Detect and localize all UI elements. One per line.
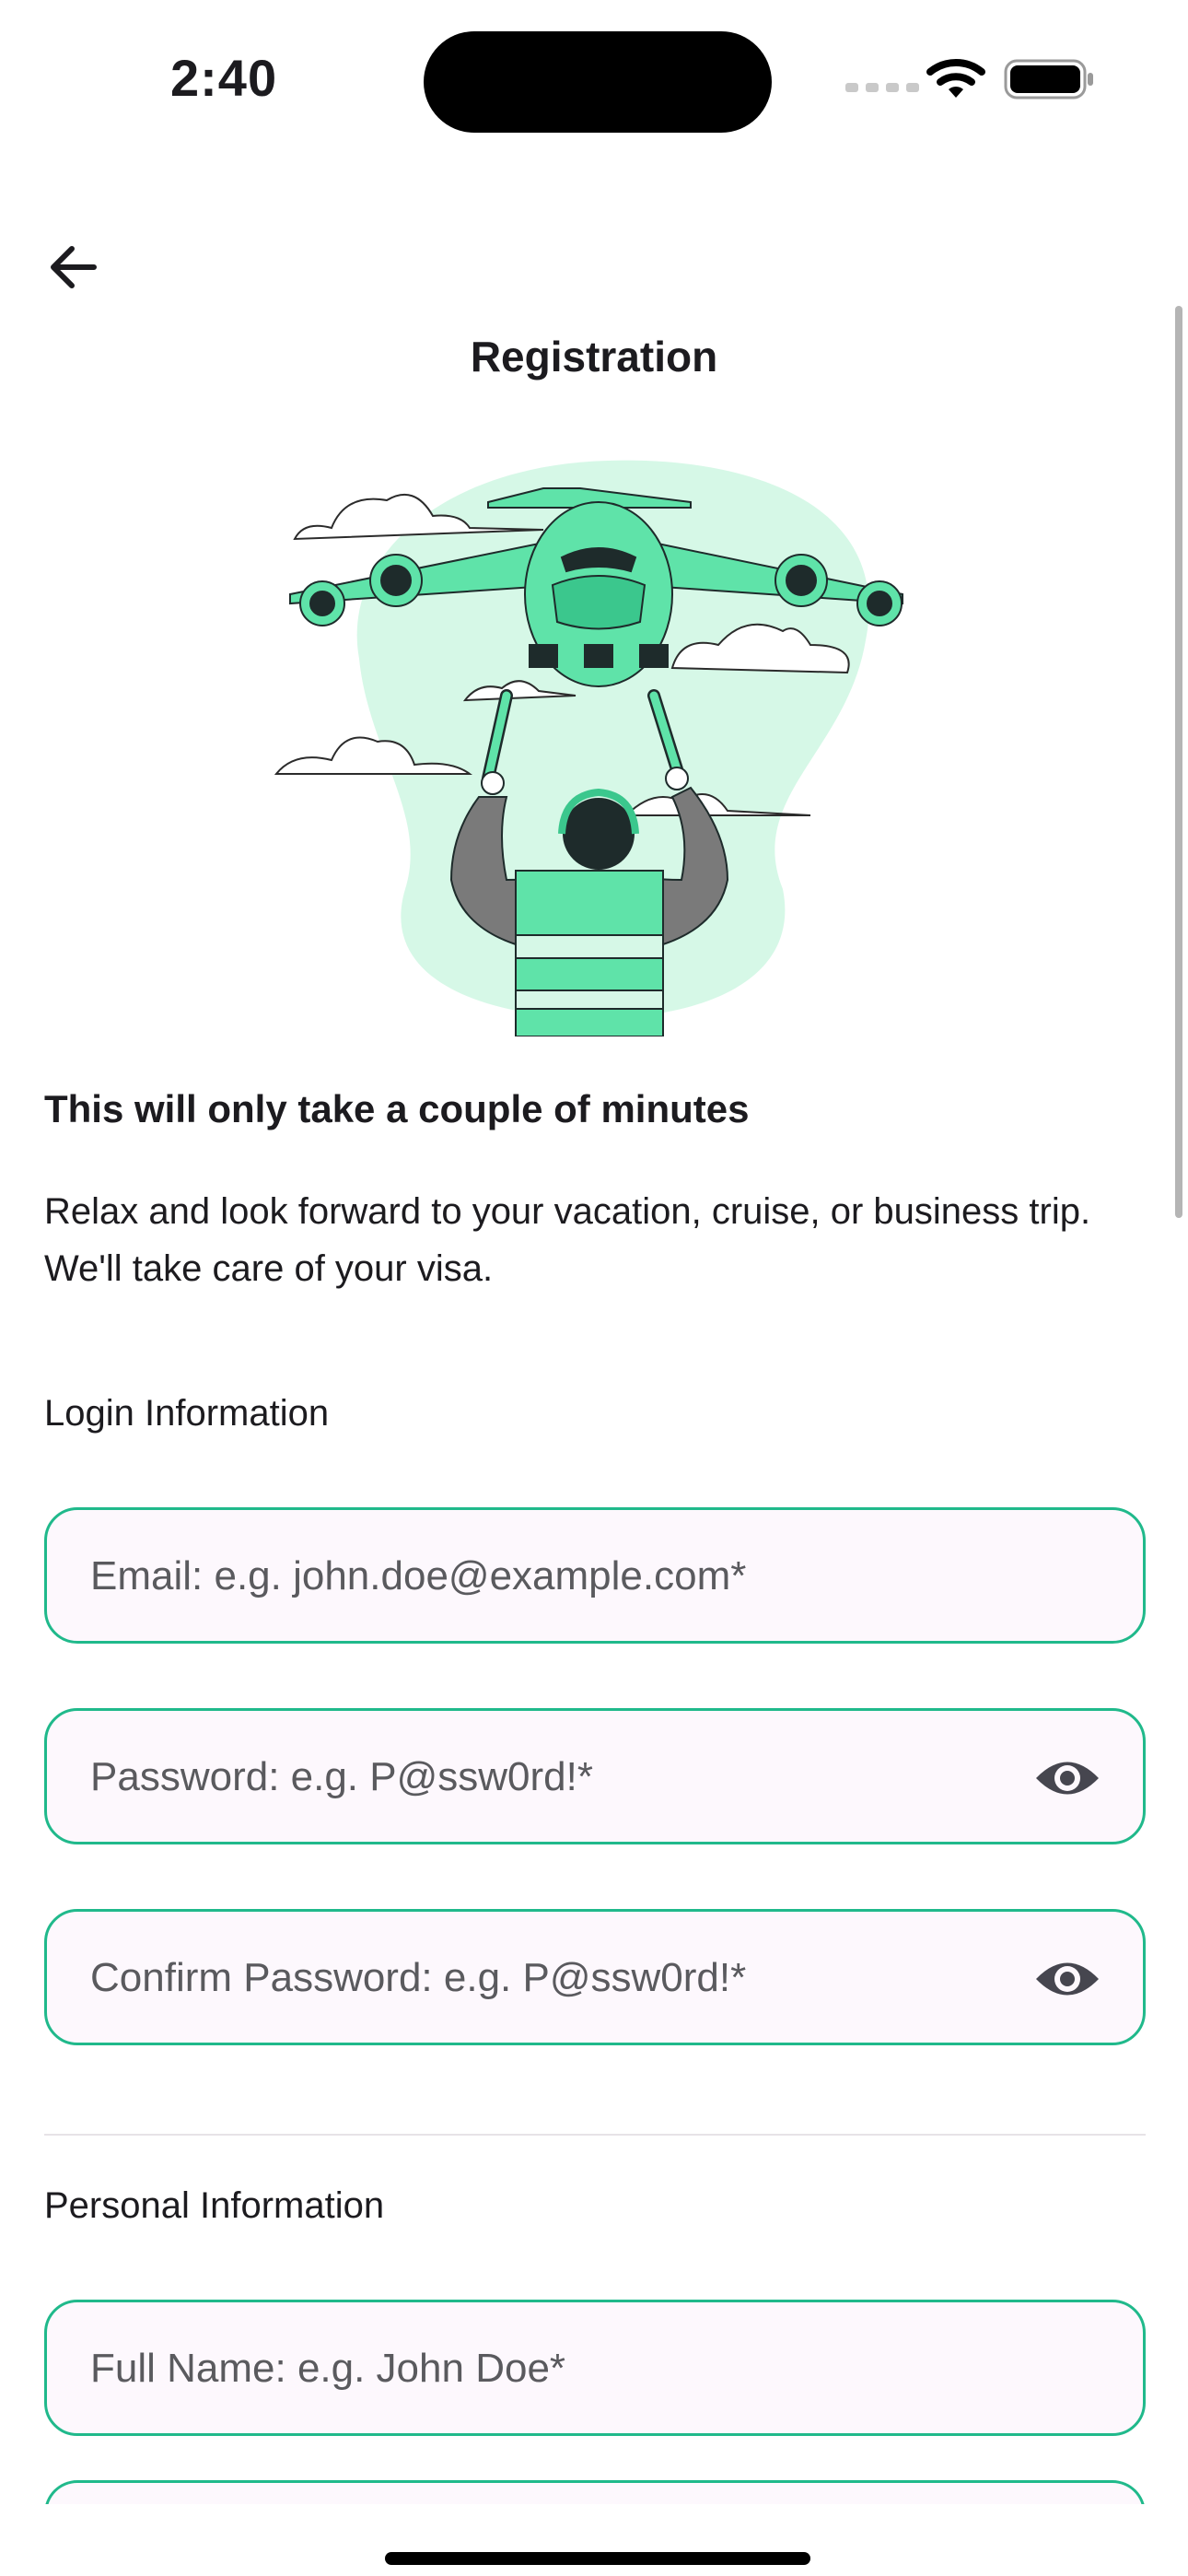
home-indicator [385, 2552, 810, 2565]
bottom-safe-area [0, 2504, 1188, 2576]
password-field [44, 1708, 1146, 1844]
wifi-icon [926, 59, 985, 98]
section-label-login: Login Information [44, 1393, 330, 1434]
section-divider [44, 2134, 1146, 2136]
confirm-password-input[interactable] [88, 1912, 1013, 2044]
scrollbar[interactable] [1175, 306, 1182, 1218]
password-input[interactable] [88, 1711, 1013, 1844]
page-title: Registration [470, 333, 718, 381]
confirm-password-field [44, 1909, 1146, 2045]
full-name-field [44, 2300, 1146, 2436]
email-input[interactable] [88, 1510, 1013, 1643]
hero-illustration [274, 460, 903, 1036]
battery-icon [1004, 59, 1093, 100]
email-field [44, 1507, 1146, 1644]
dynamic-island [424, 31, 772, 133]
status-time: 2:40 [170, 49, 278, 107]
intro-headline: This will only take a couple of minutes [44, 1087, 750, 1130]
intro-body: Relax and look forward to your vacation,… [44, 1191, 1091, 1289]
cellular-signal-icon [845, 83, 919, 92]
section-label-personal: Personal Information [44, 2185, 385, 2226]
eye-icon[interactable] [1034, 1753, 1101, 1803]
eye-icon[interactable] [1034, 1954, 1101, 2004]
full-name-input[interactable] [88, 2302, 1013, 2435]
back-arrow-icon[interactable] [44, 238, 103, 297]
